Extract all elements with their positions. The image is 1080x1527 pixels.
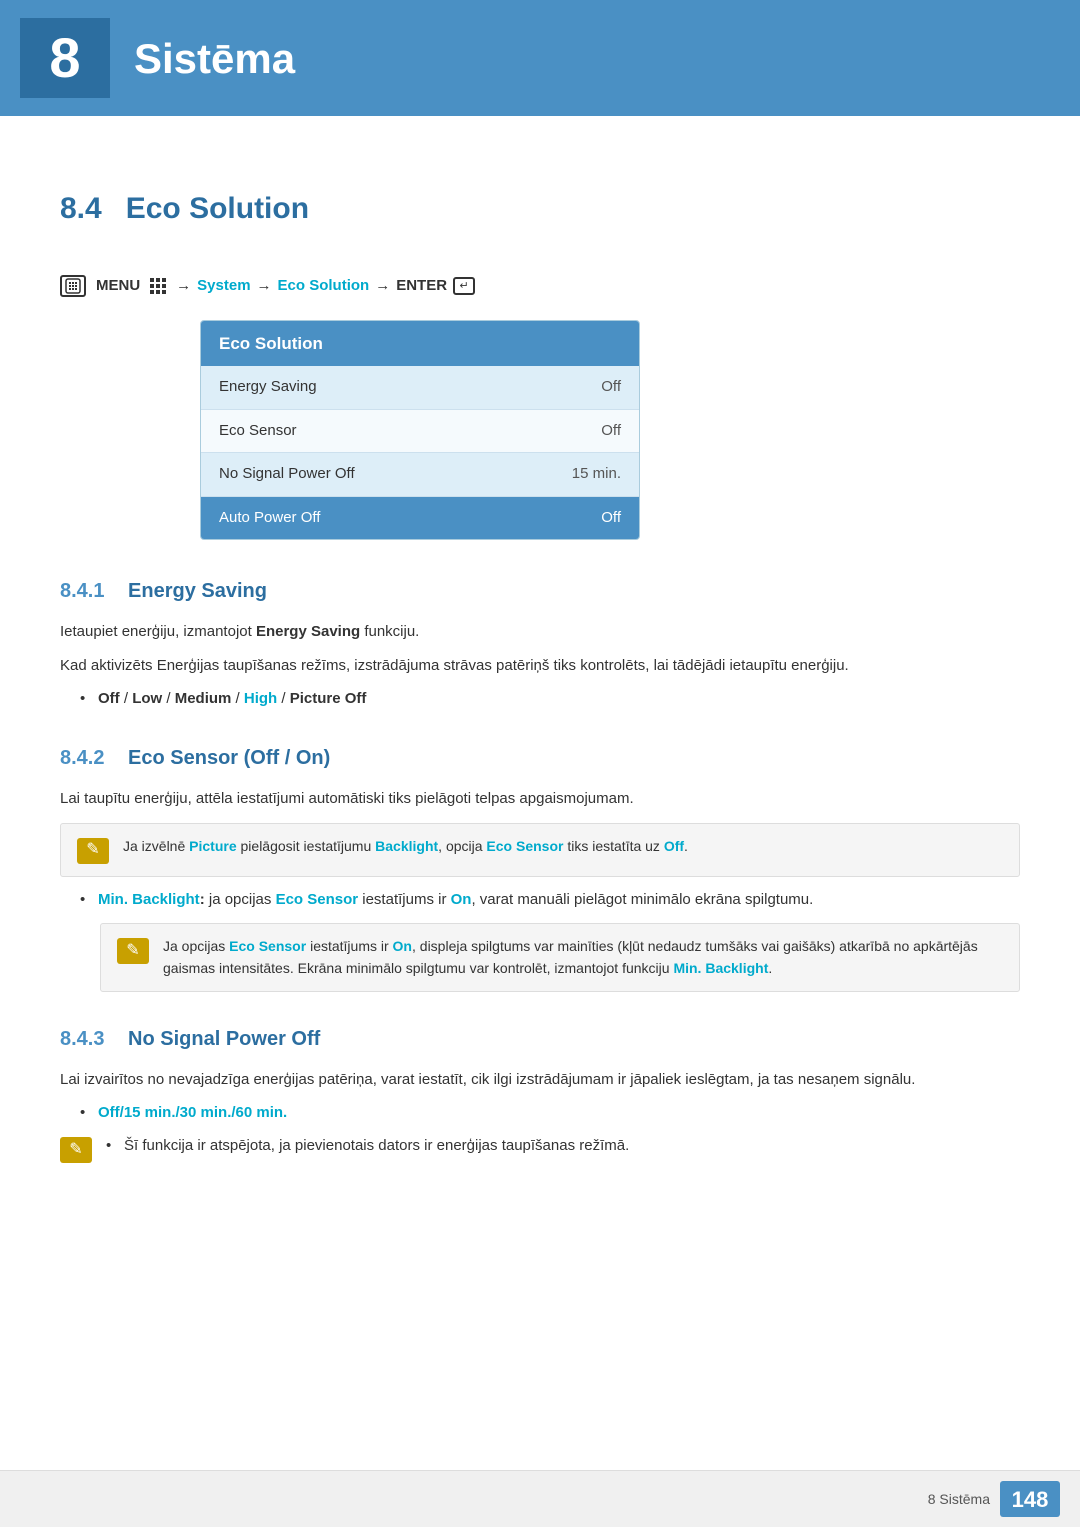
eco-row-eco-sensor: Eco Sensor Off — [201, 410, 639, 454]
no-signal-bullet-1: Off/15 min./30 min./60 min. — [80, 1102, 1020, 1125]
eco-sensor-note2-content: Ja opcijas Eco Sensor iestatījums ir On,… — [163, 936, 1003, 979]
eco-sensor-note1-content: Ja izvēlnē Picture pielāgosit iestatījum… — [123, 836, 1003, 858]
eco-row-eco-sensor-label: Eco Sensor — [219, 420, 297, 443]
chapter-number: 8 — [20, 18, 110, 98]
footer-page-number: 148 — [1000, 1481, 1060, 1517]
eco-row-auto-power-off: Auto Power Off Off — [201, 497, 639, 540]
eco-row-eco-sensor-value: Off — [601, 420, 621, 443]
system-menu: System — [197, 275, 250, 298]
note-icon-1 — [77, 838, 109, 864]
eco-row-energy-saving-label: Energy Saving — [219, 376, 317, 399]
menu-remote-icon — [60, 275, 86, 297]
eco-sensor-para1: Lai taupītu enerģiju, attēla iestatījumi… — [60, 787, 1020, 811]
eco-sensor-bullet-list: Min. Backlight: ja opcijas Eco Sensor ie… — [80, 889, 1020, 912]
no-signal-bullet-list: Off/15 min./30 min./60 min. — [80, 1102, 1020, 1125]
footer-text: 8 Sistēma — [928, 1489, 990, 1510]
eco-row-energy-saving-value: Off — [601, 376, 621, 399]
eco-row-auto-power-off-value: Off — [601, 507, 621, 530]
menu-label: MENU — [96, 275, 140, 298]
energy-saving-para1: Ietaupiet enerģiju, izmantojot Energy Sa… — [60, 620, 1020, 644]
eco-sensor-note2-container: Ja opcijas Eco Sensor iestatījums ir On,… — [100, 923, 1020, 992]
note-icon-3 — [60, 1137, 92, 1163]
eco-sensor-bullet-1: Min. Backlight: ja opcijas Eco Sensor ie… — [80, 889, 1020, 912]
chapter-title: Sistēma — [134, 27, 295, 90]
note-icon-2 — [117, 938, 149, 964]
chapter-header: 8 Sistēma — [0, 0, 1080, 116]
subsection-841-heading: 8.4.1 Energy Saving — [60, 576, 1020, 606]
eco-menu: Eco Solution — [278, 275, 370, 298]
enter-icon: ↵ — [453, 277, 475, 295]
eco-row-no-signal: No Signal Power Off 15 min. — [201, 453, 639, 497]
energy-saving-bullet-list: Off / Low / Medium / High / Picture Off — [80, 688, 1020, 711]
section-number: 8.4 — [60, 186, 102, 231]
energy-saving-bullet-1: Off / Low / Medium / High / Picture Off — [80, 688, 1020, 711]
main-content: 8.4 Eco Solution MENU — [0, 116, 1080, 1223]
arrow2: → — [257, 275, 272, 298]
eco-row-no-signal-label: No Signal Power Off — [219, 463, 355, 486]
arrow1: → — [176, 275, 191, 298]
no-signal-para1: Lai izvairītos no nevajadzīga enerģijas … — [60, 1068, 1020, 1092]
no-signal-note-1: Šī funkcija ir atspējota, ja pievienotai… — [106, 1135, 629, 1158]
eco-row-energy-saving: Energy Saving Off — [201, 366, 639, 410]
eco-solution-popup: Eco Solution Energy Saving Off Eco Senso… — [200, 320, 640, 541]
eco-sensor-note2: Ja opcijas Eco Sensor iestatījums ir On,… — [100, 923, 1020, 992]
eco-row-auto-power-off-label: Auto Power Off — [219, 507, 320, 530]
no-signal-note-list: Šī funkcija ir atspējota, ja pievienotai… — [106, 1135, 629, 1164]
enter-label: ENTER — [396, 275, 447, 298]
energy-saving-para2: Kad aktivizēts Enerģijas taupīšanas režī… — [60, 654, 1020, 678]
arrow3: → — [375, 275, 390, 298]
eco-sensor-note1: Ja izvēlnē Picture pielāgosit iestatījum… — [60, 823, 1020, 877]
page-footer: 8 Sistēma 148 — [0, 1470, 1080, 1527]
eco-popup-title: Eco Solution — [201, 321, 639, 367]
section-title: Eco Solution — [126, 186, 309, 231]
eco-row-no-signal-value: 15 min. — [572, 463, 621, 486]
subsection-842-heading: 8.4.2 Eco Sensor (Off / On) — [60, 743, 1020, 773]
subsection-843-heading: 8.4.3 No Signal Power Off — [60, 1024, 1020, 1054]
menu-path: MENU → System → Eco Solution → ENTER ↵ — [60, 275, 1020, 298]
